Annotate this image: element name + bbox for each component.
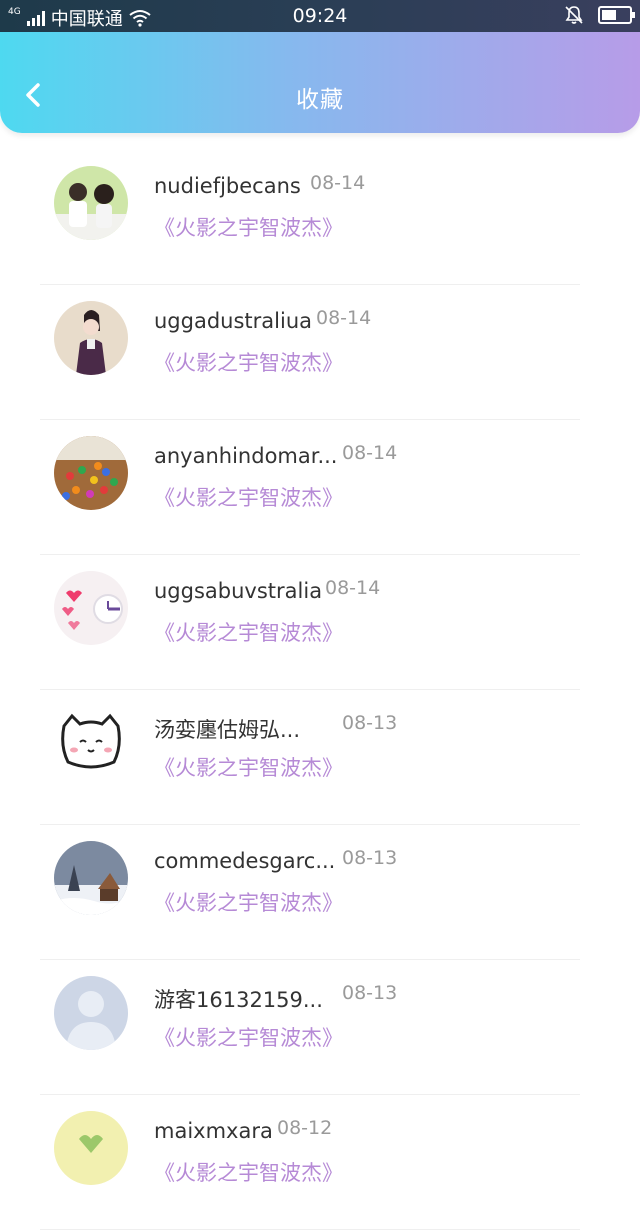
username: uggsabuvstralia <box>154 579 323 603</box>
favorite-date: 08-14 <box>316 307 372 329</box>
favorite-date: 08-13 <box>342 712 398 734</box>
work-title[interactable]: 《火影之宇智波杰》 <box>154 212 343 242</box>
avatar[interactable] <box>54 301 128 375</box>
username: nudiefjbecans <box>154 174 301 198</box>
avatar[interactable] <box>54 436 128 510</box>
username: maixmxara <box>154 1119 273 1143</box>
page-title: 收藏 <box>296 87 344 113</box>
bell-off-icon <box>565 6 583 24</box>
list-item[interactable]: maixmxara 08-12 《火影之宇智波杰》 <box>0 1095 640 1230</box>
avatar[interactable] <box>54 571 128 645</box>
favorite-date: 08-14 <box>325 577 381 599</box>
work-title[interactable]: 《火影之宇智波杰》 <box>154 1022 343 1052</box>
username: commedesgarc... <box>154 849 336 873</box>
list-item[interactable]: uggadustraliua 08-14 《火影之宇智波杰》 <box>0 285 640 420</box>
work-title[interactable]: 《火影之宇智波杰》 <box>154 482 343 512</box>
work-title[interactable]: 《火影之宇智波杰》 <box>154 347 343 377</box>
status-right <box>564 5 635 25</box>
favorite-date: 08-14 <box>342 442 398 464</box>
avatar[interactable] <box>54 976 128 1050</box>
work-title[interactable]: 《火影之宇智波杰》 <box>154 1157 343 1187</box>
status-time: 09:24 <box>292 5 348 27</box>
list-item[interactable]: uggsabuvstralia 08-14 《火影之宇智波杰》 <box>0 555 640 690</box>
work-title[interactable]: 《火影之宇智波杰》 <box>154 617 343 647</box>
avatar[interactable] <box>54 706 128 780</box>
header-bar: 收藏 <box>0 32 640 133</box>
favorite-date: 08-14 <box>310 172 366 194</box>
username: 游客16132159... <box>154 988 323 1012</box>
list-item[interactable]: 游客16132159... 08-13 《火影之宇智波杰》 <box>0 960 640 1095</box>
avatar[interactable] <box>54 841 128 915</box>
favorites-list: nudiefjbecans 08-14 《火影之宇智波杰》 uggadustra… <box>0 150 640 1230</box>
list-item[interactable]: nudiefjbecans 08-14 《火影之宇智波杰》 <box>0 150 640 285</box>
favorite-date: 08-13 <box>342 982 398 1004</box>
username: 汤娈廛估姆弘... <box>154 718 301 742</box>
list-item[interactable]: anyanhindomar... 08-14 《火影之宇智波杰》 <box>0 420 640 555</box>
avatar[interactable] <box>54 166 128 240</box>
work-title[interactable]: 《火影之宇智波杰》 <box>154 752 343 782</box>
list-item[interactable]: commedesgarc... 08-13 《火影之宇智波杰》 <box>0 825 640 960</box>
battery-icon <box>598 6 635 24</box>
favorite-date: 08-13 <box>342 847 398 869</box>
username: uggadustraliua <box>154 309 313 333</box>
work-title[interactable]: 《火影之宇智波杰》 <box>154 887 343 917</box>
list-item[interactable]: 汤娈廛估姆弘... 08-13 《火影之宇智波杰》 <box>0 690 640 825</box>
status-bar: 4G 中国联通 09:24 <box>0 0 640 32</box>
username: anyanhindomar... <box>154 444 338 468</box>
favorite-date: 08-12 <box>277 1117 333 1139</box>
avatar[interactable] <box>54 1111 128 1185</box>
